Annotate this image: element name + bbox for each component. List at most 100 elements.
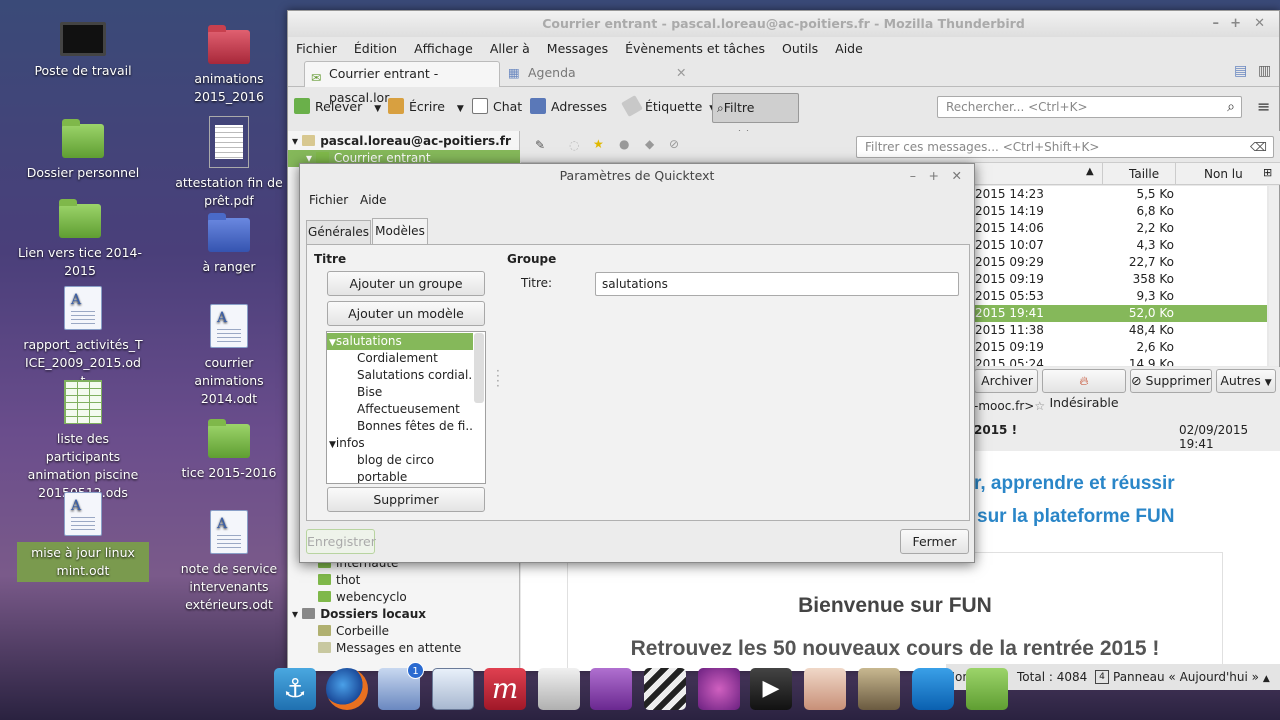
eye-icon[interactable] (804, 668, 846, 710)
global-search-input[interactable]: Rechercher... <Ctrl+K> ⌕ (937, 96, 1242, 118)
desktop-icon-animations[interactable]: animations 2015_2016 (159, 25, 299, 106)
autres-button[interactable]: Autres ▼ (1216, 369, 1276, 393)
tab-generales[interactable]: Générales (306, 220, 371, 244)
menu-aller[interactable]: Aller à (490, 41, 530, 56)
media-player-icon[interactable]: ▶ (750, 668, 792, 710)
pin-icon[interactable]: ✎ (535, 138, 545, 152)
clapper-icon[interactable] (644, 668, 686, 710)
local-folders-row[interactable]: ▾ Dossiers locaux (292, 606, 426, 623)
menu-outils[interactable]: Outils (782, 41, 818, 56)
tree-item[interactable]: portable (327, 469, 473, 483)
menu-edition[interactable]: Édition (354, 41, 397, 56)
minimize-icon[interactable]: – (1213, 11, 1220, 37)
titre-input[interactable]: salutations (595, 272, 959, 296)
maximize-icon[interactable]: + (1230, 11, 1241, 37)
menu-fichier[interactable]: Fichier (296, 41, 337, 56)
adresses-button[interactable]: Adresses (530, 95, 607, 119)
qt-menu-aide[interactable]: Aide (360, 193, 387, 207)
tab-agenda[interactable]: ▦ Agenda ✕ (504, 61, 686, 87)
gimp-icon[interactable] (858, 668, 900, 710)
tab-menu-icon[interactable]: ▥ (1258, 63, 1271, 79)
teamviewer-icon[interactable] (912, 668, 954, 710)
audio-icon[interactable] (698, 668, 740, 710)
tab-courrier-entrant[interactable]: ✉ Courrier entrant - pascal.lor... (304, 61, 500, 105)
star-icon[interactable]: ★ (593, 137, 604, 151)
document-viewer-icon[interactable] (432, 668, 474, 710)
firefox-icon[interactable] (326, 668, 368, 710)
desktop-icon-note-de-service[interactable]: A note de service intervenants extérieur… (159, 510, 299, 614)
indesirable-button[interactable]: 🔥︎ Indésirable (1042, 369, 1126, 410)
message-row[interactable]: 2015 10:07 4,3 Ko (974, 237, 1267, 254)
maximize-icon[interactable]: + (929, 164, 939, 188)
tree-item[interactable]: Cordialement (327, 350, 473, 367)
close-icon[interactable]: ✕ (1254, 11, 1265, 37)
desktop-icon-a-ranger[interactable]: à ranger (159, 213, 299, 276)
message-row-selected[interactable]: 2015 19:41 52,0 Ko (974, 305, 1267, 322)
add-group-button[interactable]: Ajouter un groupe (327, 271, 485, 296)
tree-group-salutations[interactable]: ▼salutations (327, 333, 473, 350)
message-row[interactable]: 2015 09:19 358 Ko (974, 271, 1267, 288)
mendeley-icon[interactable]: m (484, 668, 526, 710)
menu-affichage[interactable]: Affichage (414, 41, 473, 56)
sort-asc-icon[interactable]: ▲ (1086, 166, 1094, 177)
minimize-icon[interactable]: – (910, 164, 916, 188)
chat-button[interactable]: Chat (472, 95, 522, 119)
contact-icon[interactable]: ● (619, 137, 629, 151)
folder-webencyclo[interactable]: webencyclo (318, 589, 407, 606)
chevron-down-icon[interactable]: ▼ (457, 104, 464, 114)
column-non-lu[interactable]: Non lu (1204, 167, 1243, 181)
thunderbird-icon[interactable]: 1 (378, 662, 424, 710)
folder-thot[interactable]: thot (318, 572, 360, 589)
chevron-down-icon[interactable]: ▼ (374, 104, 381, 114)
ecrire-button[interactable]: Écrire ▼ (388, 95, 464, 119)
attachment-icon[interactable]: ⊘ (669, 137, 679, 151)
desktop-icon-lien-tice[interactable]: Lien vers tice 2014-2015 (10, 199, 150, 280)
supprimer-message-button[interactable]: ⊘ Supprimer (1130, 369, 1212, 393)
anchor-icon[interactable]: ⚓ (274, 668, 316, 710)
archiver-button[interactable]: Archiver (974, 369, 1038, 393)
message-list-scrollbar[interactable] (1269, 186, 1279, 366)
desktop-icon-mise-a-jour[interactable]: A mise à jour linux mint.odt (13, 492, 153, 582)
hamburger-menu-icon[interactable]: ≡ (1257, 97, 1270, 116)
menu-evenements[interactable]: Évènements et tâches (625, 41, 765, 56)
tab-modeles[interactable]: Modèles (372, 218, 428, 245)
account-row[interactable]: ▾ pascal.loreau@ac-poitiers.fr (292, 133, 511, 150)
search-icon[interactable]: ⌕ (1227, 97, 1235, 117)
today-pane-toggle[interactable]: Panneau « Aujourd'hui » ▲ (1113, 664, 1270, 692)
folder-messages-en-attente[interactable]: Messages en attente (318, 640, 461, 657)
message-row[interactable]: 2015 14:06 2,2 Ko (974, 220, 1267, 237)
message-row[interactable]: 2015 14:19 6,8 Ko (974, 203, 1267, 220)
tag-icon[interactable]: ◆ (645, 137, 654, 151)
splitter-grip-icon[interactable]: · · · · (496, 365, 500, 392)
desktop-icon-poste-de-travail[interactable]: Poste de travail (13, 22, 153, 80)
message-row[interactable]: 2015 11:38 48,4 Ko (974, 322, 1267, 339)
menu-aide[interactable]: Aide (835, 41, 863, 56)
supprimer-button[interactable]: Supprimer (327, 487, 485, 512)
enregistrer-button[interactable]: Enregistrer (306, 529, 376, 554)
tree-item[interactable]: Affectueusement (327, 401, 473, 418)
menu-messages[interactable]: Messages (547, 41, 608, 56)
folder-icon[interactable] (966, 668, 1008, 710)
qt-menu-fichier[interactable]: Fichier (309, 193, 348, 207)
desktop-icon-liste-participants[interactable]: liste des participants animation piscine… (13, 380, 153, 502)
folder-corbeille[interactable]: Corbeille (318, 623, 389, 640)
column-taille[interactable]: Taille (1129, 167, 1159, 181)
star-outline-icon[interactable]: ☆ (1034, 399, 1045, 413)
desktop-icon-attestation[interactable]: attestation fin de prêt.pdf (159, 116, 299, 210)
tree-item[interactable]: Salutations cordial... (327, 367, 473, 384)
filter-messages-input[interactable]: Filtrer ces messages... <Ctrl+Shift+K> ⌫ (856, 136, 1274, 158)
unread-filter-icon[interactable]: ◌ (569, 138, 579, 152)
desktop-icon-rapport[interactable]: A rapport_activités_TICE_2009_2015.odt (13, 286, 153, 390)
desktop-icon-tice-2015[interactable]: tice 2015-2016 (159, 419, 299, 482)
video-editor-icon[interactable] (590, 668, 632, 710)
desktop-icon-dossier-personnel[interactable]: Dossier personnel (13, 119, 153, 182)
tree-item[interactable]: Bise (327, 384, 473, 401)
filtre-rapide-button[interactable]: ⌕Filtre rapide (712, 93, 799, 143)
column-picker-icon[interactable]: ⊞ (1263, 166, 1272, 179)
message-row[interactable]: 2015 14:23 5,5 Ko (974, 186, 1267, 203)
desktop-icon-courrier-animations[interactable]: A courrier animations 2014.odt (159, 304, 299, 408)
close-icon[interactable]: ✕ (952, 164, 962, 188)
fermer-button[interactable]: Fermer (900, 529, 969, 554)
etiquette-button[interactable]: Étiquette ▼ (621, 95, 716, 119)
clear-filter-icon[interactable]: ⌫ (1250, 137, 1267, 157)
